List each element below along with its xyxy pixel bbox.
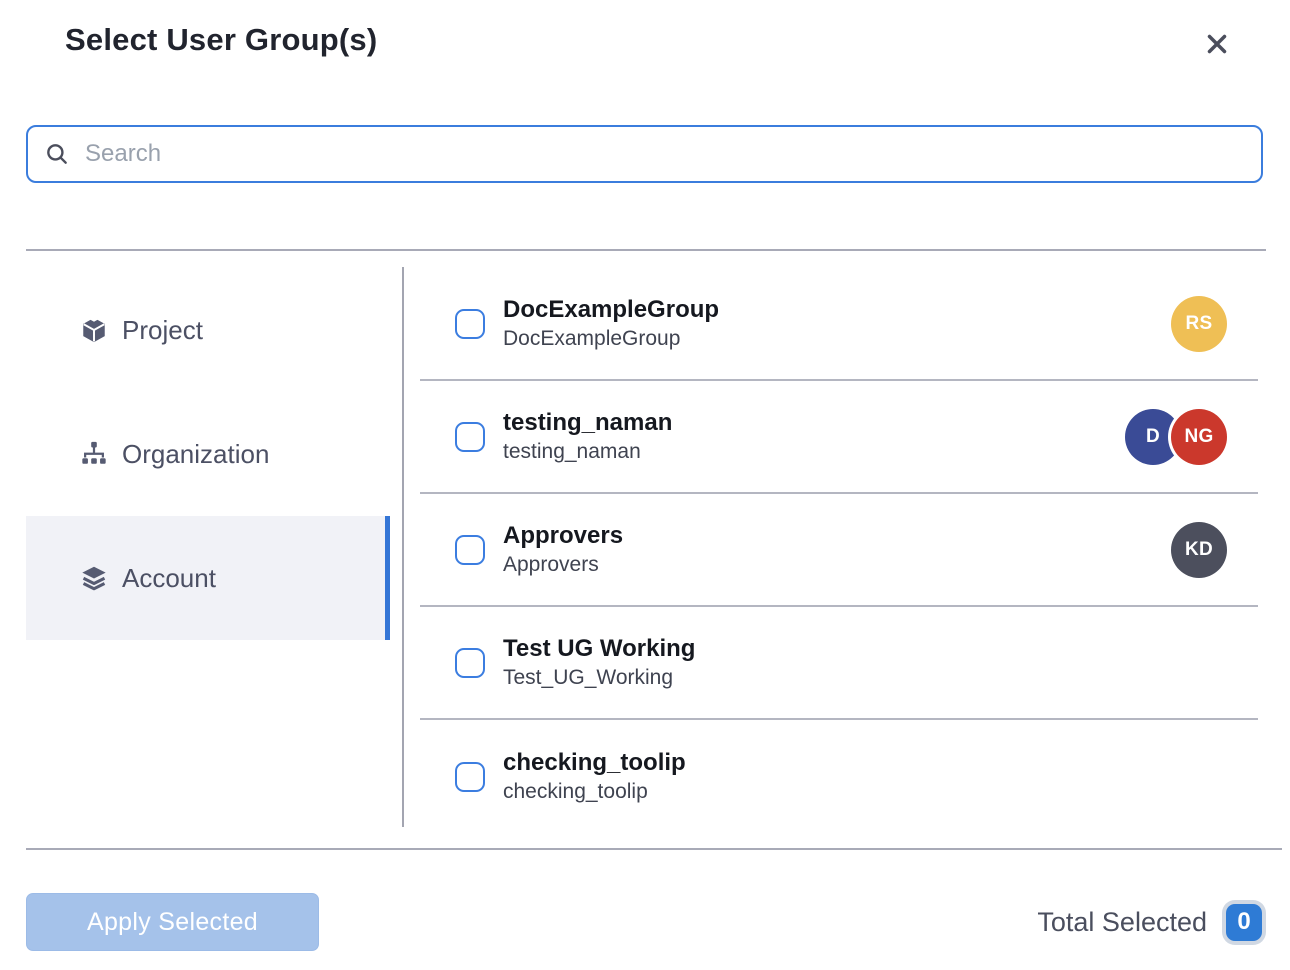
group-row-checking-toolip: checking_toolip checking_toolip (420, 720, 1258, 833)
page-title: Select User Group(s) (65, 22, 377, 58)
group-name: DocExampleGroup (503, 294, 719, 325)
group-checkbox[interactable] (455, 648, 485, 678)
cube-icon (80, 316, 108, 344)
search-input[interactable] (85, 140, 1245, 168)
group-row-docexamplegroup: DocExampleGroup DocExampleGroup RS (420, 268, 1258, 381)
sidebar-item-label: Account (122, 563, 216, 594)
search-icon (44, 141, 70, 167)
group-subtitle: Approvers (503, 551, 623, 579)
group-row-testing-naman: testing_naman testing_naman D NG (420, 381, 1258, 494)
sidebar-item-project[interactable]: Project (26, 268, 390, 392)
sidebar-item-label: Organization (122, 439, 269, 470)
search-box (26, 125, 1263, 183)
group-row-approvers: Approvers Approvers KD (420, 494, 1258, 607)
group-name: testing_naman (503, 407, 672, 438)
avatar: KD (1171, 522, 1227, 578)
header-divider (26, 249, 1266, 251)
total-selected-label: Total Selected (1037, 907, 1207, 938)
group-avatars: KD (1171, 522, 1227, 578)
sidebar-item-account[interactable]: Account (26, 516, 390, 640)
group-subtitle: DocExampleGroup (503, 325, 719, 353)
group-row-test-ug-working: Test UG Working Test_UG_Working (420, 607, 1258, 720)
footer-divider (26, 848, 1282, 850)
group-avatars: D NG (1125, 409, 1227, 465)
select-user-group-modal: Select User Group(s) Project (0, 0, 1290, 970)
sidebar-item-organization[interactable]: Organization (26, 392, 390, 516)
group-checkbox[interactable] (455, 535, 485, 565)
group-checkbox[interactable] (455, 309, 485, 339)
group-avatars: RS (1171, 296, 1227, 352)
total-selected: Total Selected 0 (1037, 903, 1262, 941)
group-subtitle: Test_UG_Working (503, 664, 695, 692)
sidebar-item-label: Project (122, 315, 203, 346)
user-group-list: DocExampleGroup DocExampleGroup RS testi… (420, 268, 1258, 833)
sidebar-divider (402, 267, 404, 827)
org-hierarchy-icon (80, 440, 108, 468)
group-checkbox[interactable] (455, 762, 485, 792)
apply-selected-button[interactable]: Apply Selected (26, 893, 319, 951)
layers-icon (80, 564, 108, 592)
group-name: checking_toolip (503, 747, 686, 778)
avatar: RS (1171, 296, 1227, 352)
close-icon (1202, 29, 1232, 62)
group-name: Test UG Working (503, 633, 695, 664)
group-name: Approvers (503, 520, 623, 551)
scope-sidebar: Project Organization Account (26, 268, 390, 640)
total-selected-count-badge: 0 (1226, 904, 1262, 941)
group-subtitle: checking_toolip (503, 778, 686, 806)
close-button[interactable] (1198, 26, 1236, 64)
group-checkbox[interactable] (455, 422, 485, 452)
group-subtitle: testing_naman (503, 438, 672, 466)
avatar: NG (1171, 409, 1227, 465)
